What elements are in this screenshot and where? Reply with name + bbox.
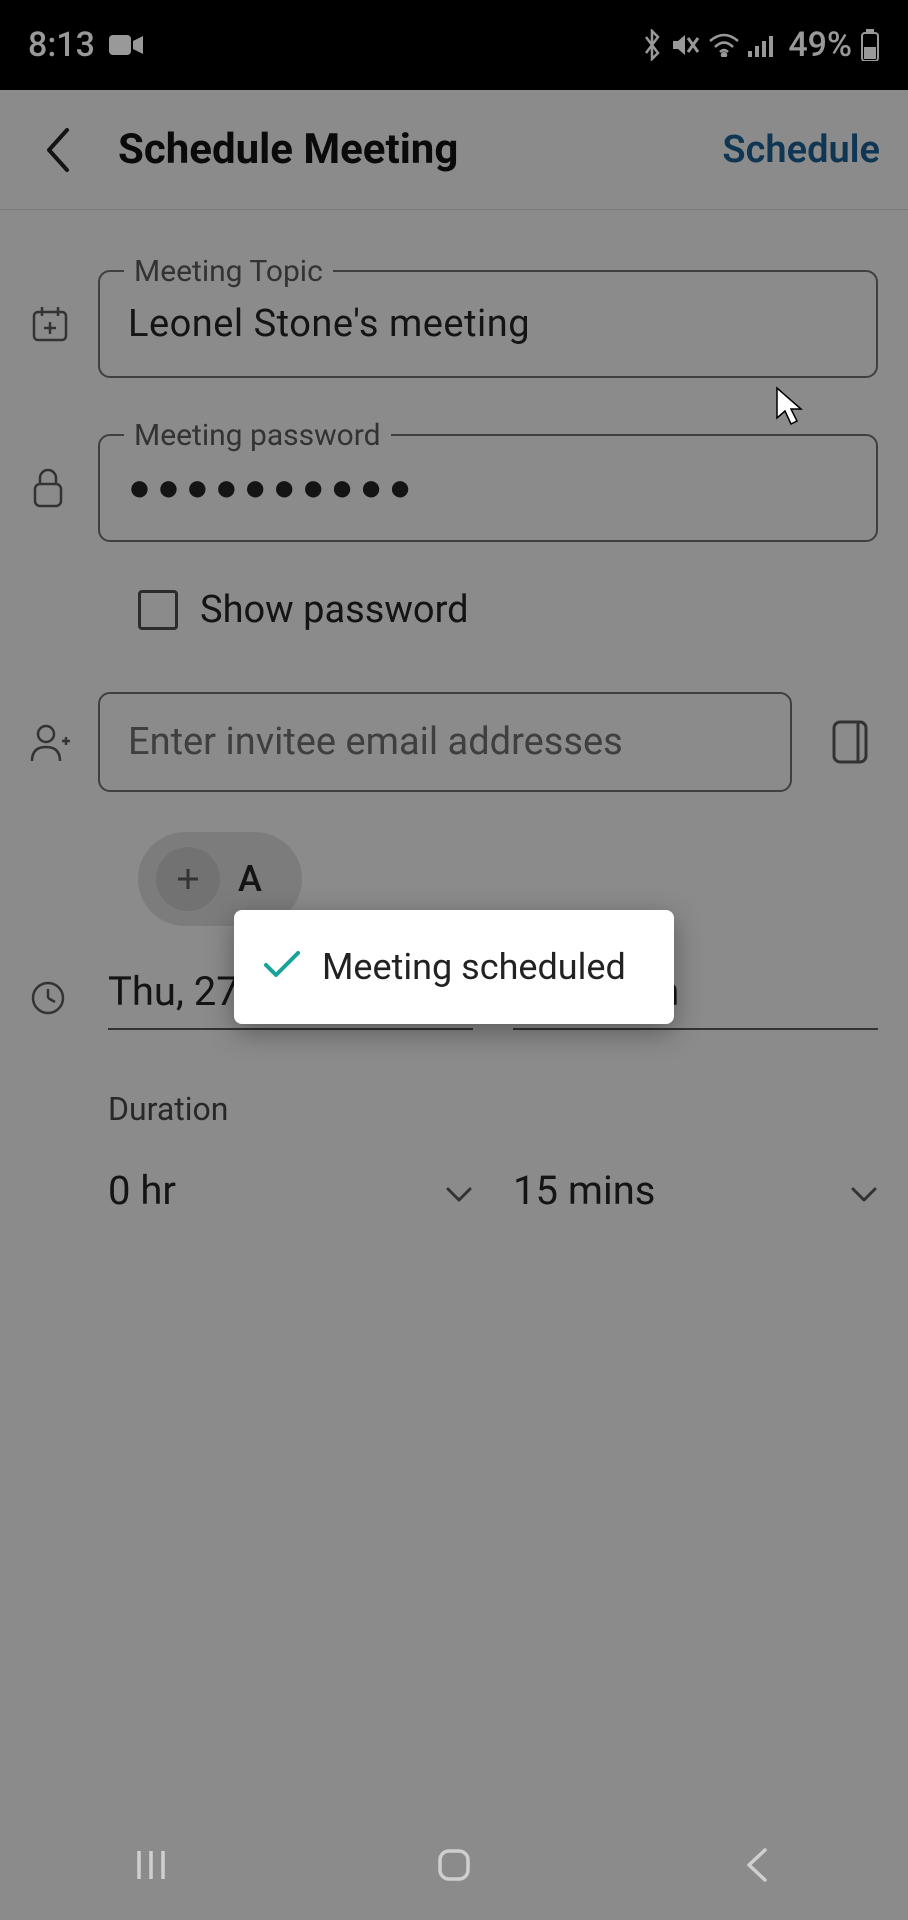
invitee-placeholder: Enter invitee email addresses bbox=[128, 720, 623, 764]
video-recording-icon bbox=[109, 33, 143, 57]
show-password-checkbox[interactable] bbox=[138, 590, 178, 630]
battery-icon bbox=[860, 29, 880, 61]
duration-label: Duration bbox=[108, 1090, 878, 1128]
meeting-password-value: ●●●●●●●●●● bbox=[128, 466, 848, 510]
add-chip-label: A bbox=[238, 858, 262, 900]
chevron-down-icon bbox=[445, 1167, 473, 1214]
status-bar: 8:13 49% bbox=[0, 0, 908, 90]
back-button[interactable] bbox=[28, 120, 88, 180]
schedule-button[interactable]: Schedule bbox=[722, 128, 880, 172]
duration-hours-field[interactable]: 0 hr bbox=[108, 1158, 473, 1222]
system-nav-bar bbox=[0, 1810, 908, 1920]
chevron-down-icon bbox=[850, 1167, 878, 1214]
signal-icon bbox=[748, 33, 776, 57]
status-time: 8:13 bbox=[28, 25, 95, 65]
page-title: Schedule Meeting bbox=[118, 125, 722, 174]
battery-percent: 49% bbox=[788, 25, 852, 65]
mute-icon bbox=[670, 30, 700, 60]
lock-icon bbox=[30, 466, 98, 510]
invitee-email-field[interactable]: Enter invitee email addresses bbox=[98, 692, 792, 792]
nav-back-button[interactable] bbox=[722, 1840, 792, 1890]
wifi-icon bbox=[708, 33, 740, 57]
duration-minutes-value: 15 mins bbox=[513, 1167, 655, 1214]
meeting-topic-label: Meeting Topic bbox=[124, 254, 333, 289]
duration-minutes-field[interactable]: 15 mins bbox=[513, 1158, 878, 1222]
clock-icon bbox=[30, 980, 98, 1016]
show-password-label: Show password bbox=[200, 588, 469, 632]
meeting-password-field[interactable]: Meeting password ●●●●●●●●●● bbox=[98, 434, 878, 542]
duration-hours-value: 0 hr bbox=[108, 1167, 176, 1214]
recents-button[interactable] bbox=[116, 1840, 186, 1890]
home-button[interactable] bbox=[419, 1840, 489, 1890]
meeting-topic-field[interactable]: Meeting Topic Leonel Stone's meeting bbox=[98, 270, 878, 378]
meeting-password-label: Meeting password bbox=[124, 418, 391, 453]
toast-message: Meeting scheduled bbox=[322, 946, 626, 988]
meeting-topic-value: Leonel Stone's meeting bbox=[128, 302, 848, 346]
calendar-add-icon bbox=[30, 304, 98, 344]
meeting-scheduled-toast: Meeting scheduled bbox=[234, 910, 674, 1024]
plus-icon bbox=[156, 847, 220, 911]
bluetooth-icon bbox=[642, 29, 662, 61]
contacts-picker-button[interactable] bbox=[822, 714, 878, 770]
app-header: Schedule Meeting Schedule bbox=[0, 90, 908, 210]
check-icon bbox=[262, 949, 302, 985]
add-person-icon bbox=[30, 721, 98, 763]
